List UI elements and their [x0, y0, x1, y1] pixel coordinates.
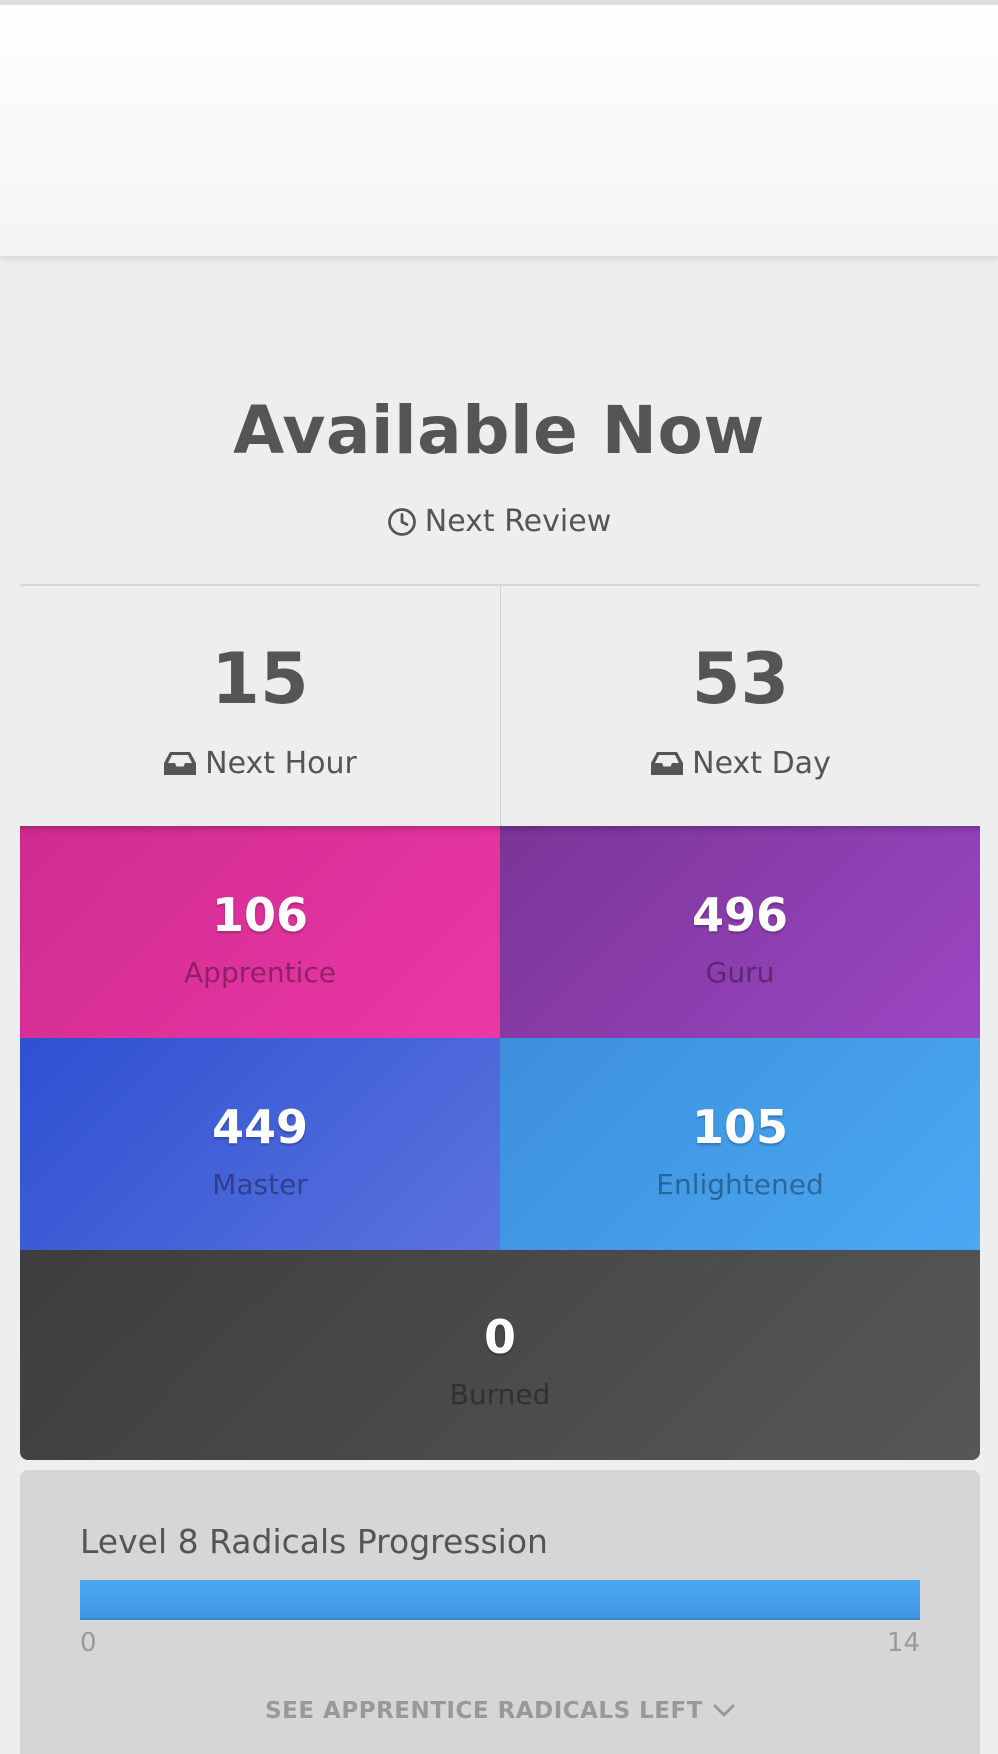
- srs-tile-burned[interactable]: 0 Burned: [20, 1250, 980, 1460]
- progression-title: Level 8 Radicals Progression: [80, 1522, 548, 1561]
- next-hour-label: Next Hour: [205, 746, 357, 781]
- top-banner: [0, 0, 998, 256]
- burned-label: Burned: [449, 1378, 551, 1411]
- chevron-down-icon: [713, 1704, 735, 1717]
- review-forecast: 15 Next Hour 53 Next Day: [20, 584, 980, 826]
- srs-tile-apprentice[interactable]: 106 Apprentice: [20, 826, 500, 1038]
- progress-max-label: 14: [886, 1628, 920, 1658]
- available-now-title: Available Now: [233, 392, 765, 469]
- next-review-label: Next Review: [424, 504, 612, 539]
- inbox-icon: [164, 751, 197, 775]
- next-day-count: 53: [691, 638, 790, 720]
- progress-min-label: 0: [80, 1628, 97, 1658]
- srs-breakdown: 106 Apprentice 496 Guru 449 Master 105 E…: [20, 826, 980, 1460]
- next-hour-label-row: Next Hour: [20, 746, 500, 781]
- forecast-next-day: 53 Next Day: [500, 586, 980, 826]
- next-hour-count: 15: [211, 638, 309, 720]
- enlightened-count: 105: [691, 1100, 789, 1154]
- progress-bar-fill: [80, 1580, 920, 1620]
- next-review: Next Review: [0, 504, 998, 539]
- see-apprentice-radicals-label: SEE APPRENTICE RADICALS LEFT: [265, 1698, 703, 1724]
- radicals-progression-card: Level 8 Radicals Progression 0 14 SEE AP…: [20, 1470, 980, 1754]
- guru-count: 496: [691, 888, 789, 942]
- apprentice-label: Apprentice: [184, 956, 336, 989]
- clock-icon: [387, 507, 416, 536]
- forecast-next-hour: 15 Next Hour: [20, 586, 500, 826]
- apprentice-count: 106: [211, 888, 309, 942]
- master-label: Master: [212, 1168, 308, 1201]
- srs-tile-guru[interactable]: 496 Guru: [500, 826, 980, 1038]
- burned-count: 0: [483, 1310, 516, 1364]
- progress-bar: [80, 1580, 920, 1620]
- master-count: 449: [211, 1100, 309, 1154]
- next-day-label-row: Next Day: [501, 746, 980, 781]
- enlightened-label: Enlightened: [656, 1168, 824, 1201]
- next-day-label: Next Day: [692, 746, 831, 781]
- see-apprentice-radicals-toggle[interactable]: SEE APPRENTICE RADICALS LEFT: [20, 1698, 980, 1724]
- srs-tile-enlightened[interactable]: 105 Enlightened: [500, 1038, 980, 1250]
- srs-tile-master[interactable]: 449 Master: [20, 1038, 500, 1250]
- guru-label: Guru: [705, 956, 775, 989]
- inbox-icon: [651, 751, 684, 775]
